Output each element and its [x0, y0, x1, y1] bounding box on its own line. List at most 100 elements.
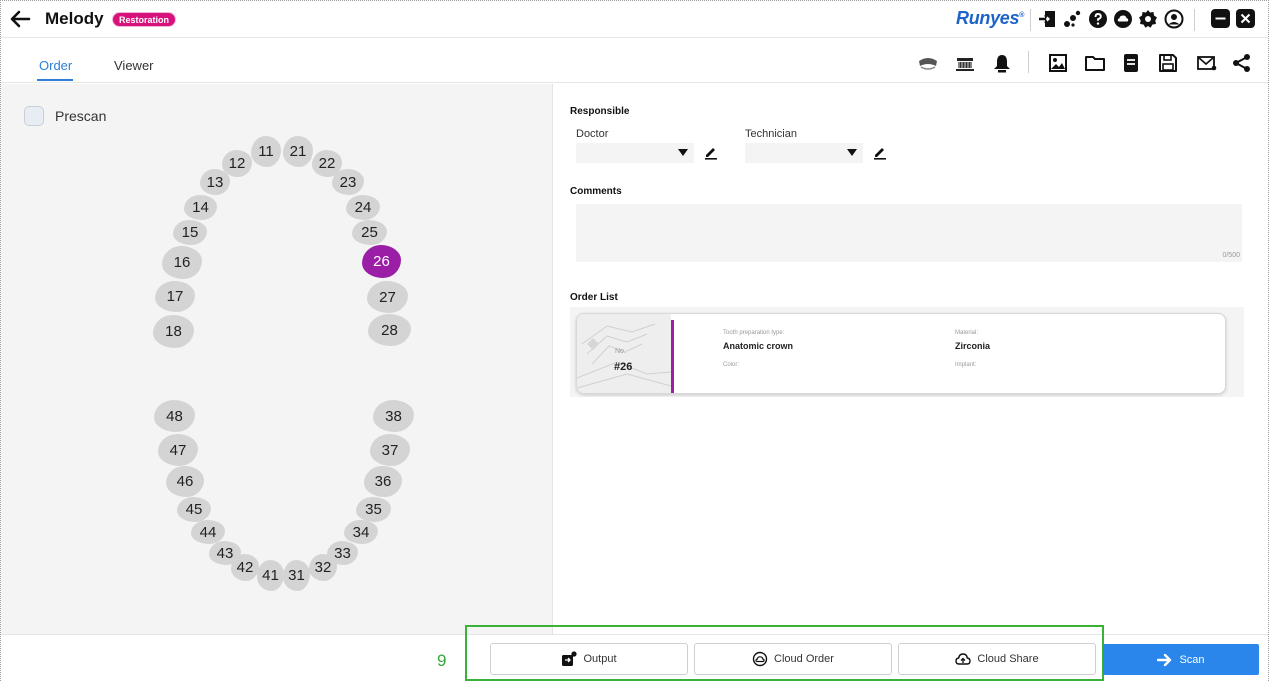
tooth-46[interactable]: 46: [166, 466, 204, 497]
prescan-checkbox[interactable]: [24, 106, 44, 126]
cloud-share-label: Cloud Share: [977, 653, 1039, 665]
tooth-31[interactable]: 31: [283, 560, 310, 591]
save-icon[interactable]: [1157, 52, 1179, 74]
tooth-25[interactable]: 25: [352, 220, 387, 245]
tooth-48[interactable]: 48: [154, 400, 195, 432]
tooth-33[interactable]: 33: [327, 541, 358, 565]
mail-icon[interactable]: [1196, 52, 1218, 74]
tooth-41[interactable]: 41: [257, 560, 284, 591]
title-bar: Melody Restoration Runyes®: [1, 1, 1268, 38]
tooth-26[interactable]: 26: [362, 245, 401, 278]
tooth-chart-panel: Prescan 18 17 16 15 14 13 12 11 21 22 23…: [1, 84, 553, 634]
prescan-label: Prescan: [55, 108, 107, 124]
tab-order[interactable]: Order: [39, 58, 72, 73]
tooth-15[interactable]: 15: [173, 220, 207, 245]
sparkle-icon[interactable]: [1062, 9, 1082, 29]
tooth-27[interactable]: 27: [367, 281, 408, 313]
tooth-28[interactable]: 28: [368, 314, 411, 346]
chevron-down-icon: [847, 149, 857, 156]
output-icon: [562, 651, 578, 666]
comments-heading: Comments: [570, 186, 622, 197]
close-icon: [1240, 13, 1251, 24]
minimize-icon: [1215, 17, 1226, 20]
tooth-21[interactable]: 21: [283, 136, 313, 167]
tooth-16[interactable]: 16: [162, 246, 202, 279]
order-details-panel: Responsible Doctor Technician Comments 0…: [554, 84, 1268, 634]
tooth-35[interactable]: 35: [356, 497, 391, 522]
login-icon[interactable]: [1037, 9, 1057, 29]
material-value: Zirconia: [955, 341, 991, 351]
comments-textarea[interactable]: 0/500: [576, 204, 1242, 262]
tooth-11[interactable]: 11: [251, 136, 281, 167]
cloud-share-icon: [955, 653, 972, 665]
restoration-badge: Restoration: [112, 12, 177, 27]
tooth-12[interactable]: 12: [222, 150, 252, 177]
jaw-lower-icon[interactable]: [954, 52, 976, 74]
order-card[interactable]: No. #26 Tooth preparation type: Anatomic…: [576, 313, 1226, 394]
output-button[interactable]: Output: [490, 643, 688, 675]
user-icon[interactable]: [1164, 9, 1184, 29]
brand-logo: Runyes®: [956, 8, 1024, 29]
app-window: Melody Restoration Runyes® Order Viewer …: [0, 0, 1269, 681]
comments-counter: 0/500: [1222, 252, 1240, 259]
separator: [1030, 9, 1031, 31]
arrow-right-icon: [1157, 653, 1172, 666]
responsible-heading: Responsible: [570, 106, 630, 117]
help-icon[interactable]: [1088, 9, 1108, 29]
implant-label: Implant:: [955, 362, 977, 368]
cloud-icon[interactable]: [1113, 9, 1133, 29]
color-label: Color:: [723, 362, 740, 368]
patient-name: Melody: [45, 9, 104, 28]
brand-text: Runyes: [956, 8, 1020, 28]
cloud-order-icon: [752, 651, 768, 667]
cloud-order-label: Cloud Order: [774, 653, 834, 665]
doctor-label: Doctor: [576, 128, 609, 140]
tooth-42[interactable]: 42: [231, 554, 259, 581]
share-icon[interactable]: [1231, 52, 1253, 74]
tooth-34[interactable]: 34: [344, 520, 378, 544]
technician-label: Technician: [745, 128, 797, 140]
cloud-order-button[interactable]: Cloud Order: [694, 643, 892, 675]
active-tab-indicator: [37, 79, 73, 81]
folder-icon[interactable]: [1084, 52, 1106, 74]
tab-viewer[interactable]: Viewer: [114, 58, 154, 73]
settings-icon[interactable]: [1138, 9, 1158, 29]
doctor-select[interactable]: [576, 143, 694, 163]
tooth-17[interactable]: 17: [155, 281, 195, 312]
bell-icon[interactable]: [991, 52, 1013, 74]
tooth-14[interactable]: 14: [184, 195, 217, 220]
tooth-45[interactable]: 45: [177, 497, 211, 522]
cloud-share-button[interactable]: Cloud Share: [898, 643, 1096, 675]
technician-select[interactable]: [745, 143, 863, 163]
minimize-button[interactable]: [1211, 9, 1230, 28]
scan-button[interactable]: Scan: [1103, 644, 1259, 675]
tooth-37[interactable]: 37: [370, 434, 410, 466]
scan-label: Scan: [1179, 653, 1205, 666]
jaw-upper-icon[interactable]: [917, 52, 939, 74]
edit-doctor-icon[interactable]: [703, 144, 719, 160]
close-button[interactable]: [1236, 9, 1255, 28]
order-no-label: No.: [615, 348, 626, 355]
tooth-24[interactable]: 24: [346, 195, 380, 220]
prep-type-label: Tooth preparation type:: [723, 330, 785, 336]
annotation-number: 9: [437, 651, 447, 670]
document-icon[interactable]: [1120, 52, 1142, 74]
tooth-38[interactable]: 38: [373, 400, 414, 432]
tooth-18[interactable]: 18: [153, 315, 194, 348]
image-icon[interactable]: [1047, 52, 1069, 74]
material-label: Material:: [955, 330, 979, 336]
order-list-heading: Order List: [570, 292, 618, 303]
separator: [1194, 9, 1195, 31]
tooth-36[interactable]: 36: [364, 466, 402, 497]
output-label: Output: [583, 653, 617, 665]
chevron-down-icon: [678, 149, 688, 156]
order-card-accent-bar: [671, 320, 674, 393]
tab-bar: Order Viewer: [1, 39, 1268, 83]
brand-mark: ®: [1019, 12, 1025, 19]
tooth-23[interactable]: 23: [332, 169, 364, 195]
separator: [1028, 51, 1029, 73]
tooth-47[interactable]: 47: [158, 434, 198, 466]
back-arrow-icon[interactable]: [9, 8, 31, 30]
edit-technician-icon[interactable]: [872, 144, 888, 160]
bottom-action-bar: 9 Output Cloud Order Cloud Share Scan: [1, 625, 1268, 681]
